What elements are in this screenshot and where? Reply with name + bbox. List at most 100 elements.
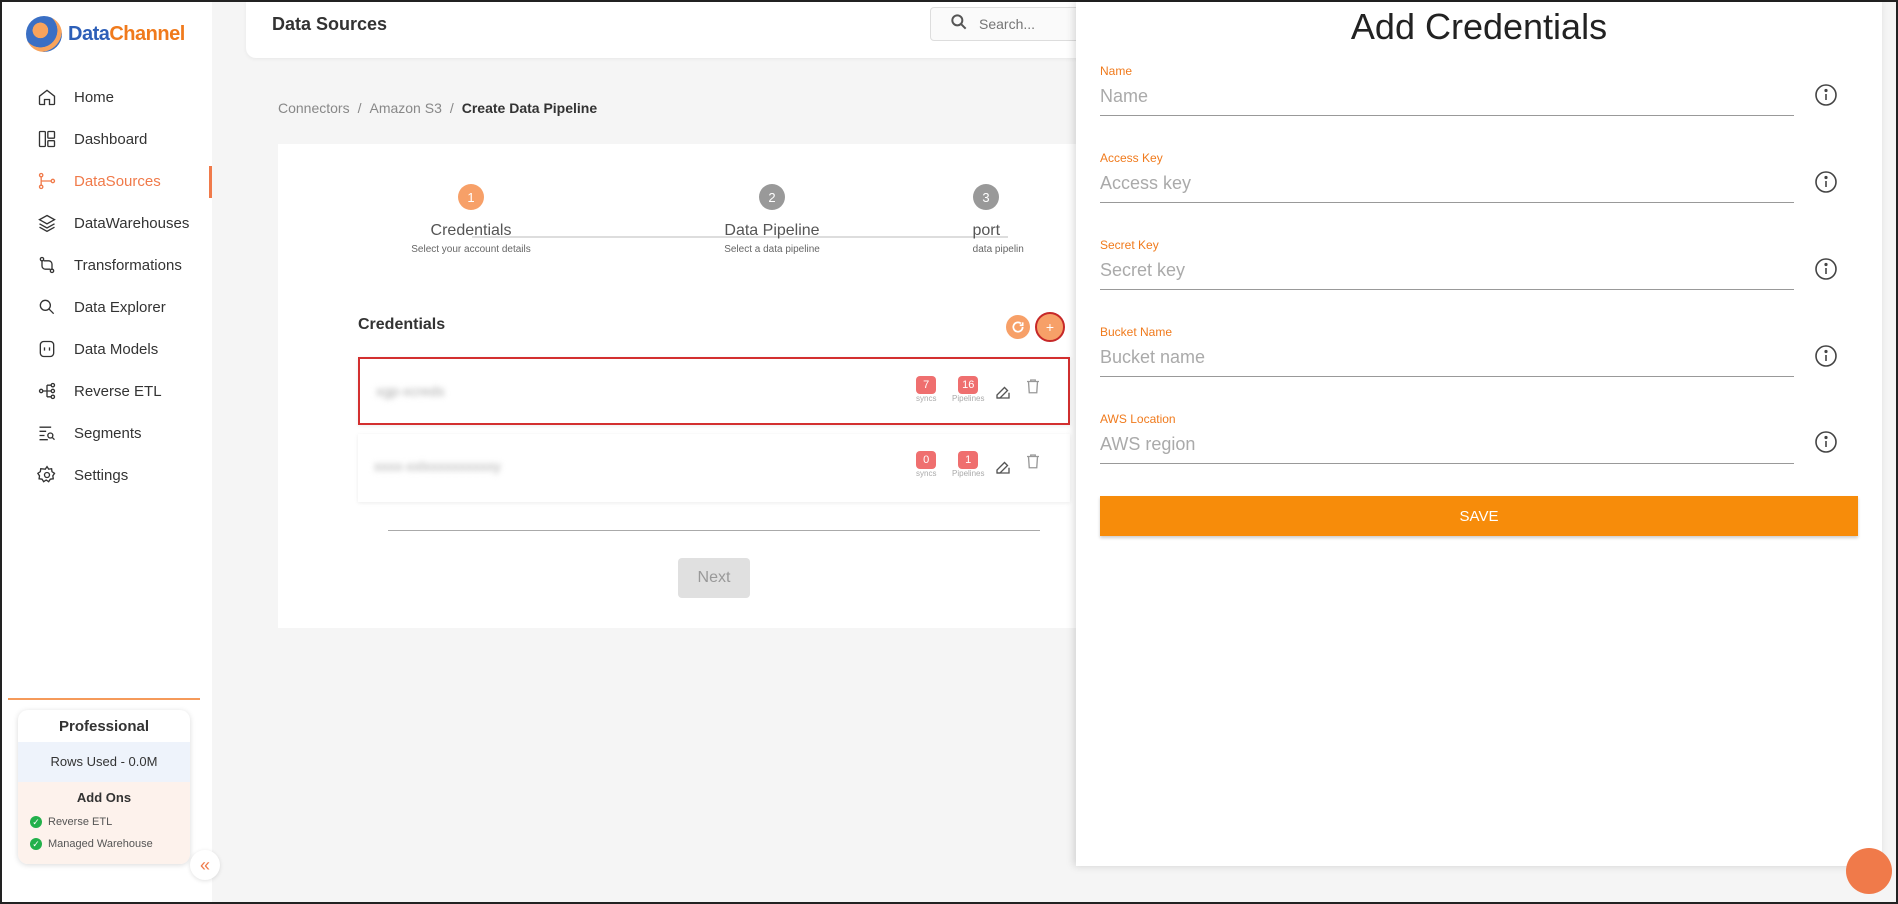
refresh-icon (1012, 321, 1024, 333)
step-label: Report (972, 222, 1001, 239)
name-field: Name (1100, 64, 1794, 116)
brand-name: DataChannel (68, 22, 185, 45)
stepper: 1 Credentials Select your account detail… (278, 184, 1078, 264)
access-key-field: Access Key (1100, 151, 1794, 203)
segments-icon (36, 422, 58, 444)
sidebar-item-label: Settings (74, 466, 129, 484)
sidebar-item-label: DataWarehouses (74, 214, 190, 232)
field-label: AWS Location (1100, 412, 1176, 426)
step-number: 1 (458, 184, 484, 210)
sidebar-item-data-explorer[interactable]: Data Explorer (2, 286, 212, 328)
search-icon (949, 12, 969, 37)
step-number: 2 (759, 184, 785, 210)
pipelines-badge: 16 Pipelines (952, 375, 984, 403)
breadcrumb-separator: / (449, 100, 454, 116)
info-icon[interactable] (1814, 257, 1838, 281)
sidebar-divider (8, 698, 200, 700)
aws-location-field: AWS Location (1100, 412, 1794, 464)
name-input[interactable] (1100, 78, 1794, 116)
refresh-button[interactable] (1006, 315, 1030, 339)
sidebar-item-label: Segments (74, 424, 142, 442)
rows-used: Rows Used - 0.0M (18, 742, 190, 782)
sidebar-item-data-models[interactable]: Data Models (2, 328, 212, 370)
sidebar-item-label: Home (74, 88, 115, 106)
sidebar: DataChannel Home Dashboard DataSources D… (2, 2, 212, 902)
sidebar-item-reverse-etl[interactable]: Reverse ETL (2, 370, 212, 412)
sidebar-item-label: DataSources (74, 172, 161, 190)
bucket-name-input[interactable] (1100, 339, 1794, 377)
credential-row[interactable]: xxxx-xxlxxxxxxxxxxy 0 syncs 1 Pipelines (358, 434, 1070, 502)
step-subtitle: Select a data pipeline (724, 244, 820, 255)
field-label: Secret Key (1100, 238, 1159, 252)
brand-logo[interactable]: DataChannel (26, 16, 185, 52)
sidebar-item-settings[interactable]: Settings (2, 454, 212, 496)
check-icon: ✓ (30, 838, 42, 850)
secret-key-field: Secret Key (1100, 238, 1794, 290)
sidebar-item-segments[interactable]: Segments (2, 412, 212, 454)
edit-icon[interactable] (992, 456, 1014, 478)
info-icon[interactable] (1814, 344, 1838, 368)
drawer-title: Add Credentials (1350, 6, 1608, 47)
pipelines-badge: 1 Pipelines (952, 450, 984, 478)
step-label: Data Pipeline (724, 222, 820, 239)
logo-mark (26, 16, 62, 52)
access-key-input[interactable] (1100, 165, 1794, 203)
syncs-badge: 7 syncs (916, 375, 936, 403)
field-label: Access Key (1100, 151, 1163, 165)
breadcrumb-amazon-s3[interactable]: Amazon S3 (369, 100, 441, 116)
syncs-badge: 0 syncs (916, 450, 936, 478)
add-credentials-drawer: Add Credentials Name Access Key Secret K… (1076, 2, 1882, 866)
collapse-sidebar-button[interactable]: « (190, 850, 220, 880)
sidebar-item-label: Dashboard (74, 130, 148, 148)
secret-key-input[interactable] (1100, 252, 1794, 290)
divider (388, 530, 1040, 531)
credential-name: xxxx-xxlxxxxxxxxxxy (374, 458, 501, 474)
edit-icon[interactable] (992, 381, 1014, 403)
breadcrumb: Connectors / Amazon S3 / Create Data Pip… (278, 100, 597, 116)
breadcrumb-connectors[interactable]: Connectors (278, 100, 350, 116)
addons-title: Add Ons (76, 790, 132, 805)
sidebar-item-dashboard[interactable]: Dashboard (2, 118, 212, 160)
delete-icon[interactable] (1022, 450, 1044, 472)
delete-icon[interactable] (1022, 375, 1044, 397)
top-header: Data Sources (246, 2, 1150, 58)
info-icon[interactable] (1814, 170, 1838, 194)
sidebar-nav: Home Dashboard DataSources DataWarehouse… (2, 76, 212, 496)
step-data-pipeline[interactable]: 2 Data Pipeline Select a data pipeline (672, 184, 872, 255)
sidebar-item-label: Data Explorer (74, 298, 166, 316)
page-title: Data Sources (272, 14, 388, 34)
addons-section: Add Ons ✓ Reverse ETL ✓ Managed Warehouse (18, 782, 190, 864)
check-icon: ✓ (30, 816, 42, 828)
step-label: Credentials (430, 222, 512, 239)
plan-card: Professional Rows Used - 0.0M Add Ons ✓ R… (18, 710, 190, 864)
gear-icon (36, 464, 58, 486)
home-icon (36, 86, 58, 108)
next-button[interactable]: Next (678, 558, 750, 598)
step-credentials[interactable]: 1 Credentials Select your account detail… (371, 184, 571, 255)
field-label: Bucket Name (1100, 325, 1173, 339)
sidebar-item-datasources[interactable]: DataSources (2, 160, 212, 202)
save-button[interactable]: SAVE (1100, 496, 1858, 536)
field-label: Name (1100, 64, 1133, 78)
sidebar-item-label: Reverse ETL (74, 382, 162, 400)
sidebar-item-transformations[interactable]: Transformations (2, 244, 212, 286)
dashboard-icon (36, 128, 58, 150)
step-number: 3 (973, 184, 999, 210)
aws-region-input[interactable] (1100, 426, 1794, 464)
info-icon[interactable] (1814, 430, 1838, 454)
step-report[interactable]: 3 Report Enter data pipelin (972, 184, 1078, 255)
datasources-icon (36, 170, 58, 192)
breadcrumb-separator: / (357, 100, 362, 116)
credential-row[interactable]: xgp-xcreds 7 syncs 16 Pipelines (358, 357, 1070, 425)
layers-icon (36, 212, 58, 234)
add-credential-button[interactable]: + (1035, 312, 1065, 342)
sidebar-item-home[interactable]: Home (2, 76, 212, 118)
chat-icon[interactable] (1846, 848, 1892, 894)
plan-title: Professional (58, 718, 150, 735)
sidebar-item-datawarehouses[interactable]: DataWarehouses (2, 202, 212, 244)
sidebar-item-label: Transformations (74, 256, 182, 274)
explorer-icon (36, 296, 58, 318)
info-icon[interactable] (1814, 83, 1838, 107)
credentials-heading: Credentials (358, 316, 446, 333)
credential-name: xgp-xcreds (376, 383, 445, 399)
